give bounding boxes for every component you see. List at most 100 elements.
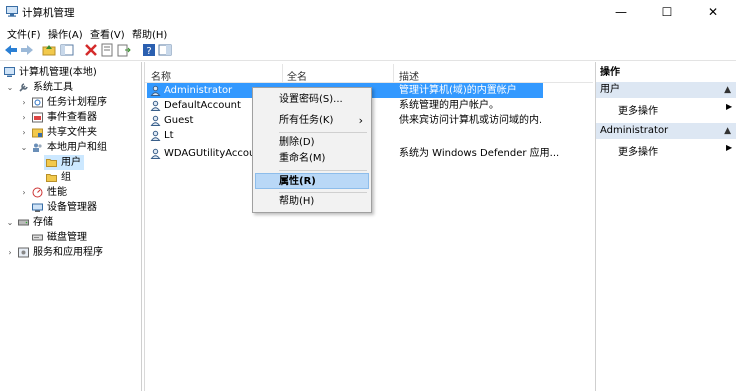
tree-label: 任务计划程序 [47,97,107,108]
more-arrow-icon[interactable]: ▶ [726,102,732,111]
collapse-arrow-icon[interactable]: ⌄ [6,80,14,95]
tree-label: 计算机管理(本地) [19,67,97,78]
tree-item-users[interactable]: 用户 [44,155,84,170]
back-icon[interactable] [4,43,18,57]
expand-arrow-icon[interactable]: › [20,110,28,125]
collapse-arrow-icon[interactable]: ⌄ [6,215,14,230]
computer-management-icon [4,67,15,77]
menu-file[interactable]: 文件(F) [7,26,41,41]
tree-label: 用户 [61,157,81,168]
tree-item-task-scheduler[interactable]: › 任务计划程序 [0,95,140,110]
menu-label: 所有任务(K) [279,115,334,126]
tree-label: 组 [61,172,71,183]
menu-properties[interactable]: 属性(R) [255,173,369,189]
tree-label: 设备管理器 [47,202,97,213]
user-icon [150,85,161,96]
console-tree: 计算机管理(本地) ⌄ 系统工具 › 任务计划程序 › 事件查看器 › 共享文件… [0,62,142,391]
services-icon [18,247,29,258]
column-fullname[interactable]: 全名 [287,68,307,83]
expand-arrow-icon[interactable]: › [20,185,28,200]
menu-action[interactable]: 操作(A) [48,26,83,41]
shared-folder-icon [32,128,43,138]
help-icon[interactable]: ? [142,43,156,57]
tree-label: 存储 [33,217,53,228]
folder-icon [46,159,57,167]
maximize-button[interactable]: ☐ [644,0,690,24]
menu-separator [279,170,367,171]
show-action-pane-icon[interactable] [158,43,172,57]
properties-icon[interactable] [100,43,114,57]
menu-label: 属性(R) [279,176,316,187]
menu-separator [279,192,367,193]
menu-help[interactable]: 帮助(H) [255,194,369,210]
forward-icon[interactable] [20,43,34,57]
delete-icon[interactable] [84,43,98,57]
tree-item-storage[interactable]: ⌄ 存储 [0,215,140,230]
user-icon [150,100,161,111]
toolbar: ? [0,41,736,61]
user-icon [150,130,161,141]
disk-icon [32,234,43,241]
tree-label: 服务和应用程序 [33,247,103,258]
users-icon [33,143,42,152]
menu-label: 帮助(H) [279,196,315,207]
more-actions-users[interactable]: 更多操作 [618,102,658,117]
section-label: Administrator [600,125,669,136]
folder-icon [46,174,57,182]
tree-item-disk-management[interactable]: 磁盘管理 [0,230,140,245]
tree-item-device-manager[interactable]: 设备管理器 [0,200,140,215]
tree-item-performance[interactable]: › 性能 [0,185,140,200]
tree-label: 本地用户和组 [47,142,107,153]
show-hide-tree-icon[interactable] [60,43,74,57]
actions-section-administrator[interactable]: Administrator ▲ [596,123,736,139]
list-header: 名称 全名 描述 [145,64,593,83]
storage-icon [18,219,29,226]
menu-label: 删除(D) [279,137,315,148]
menu-all-tasks[interactable]: 所有任务(K) › [255,113,369,129]
column-name[interactable]: 名称 [151,68,171,83]
menu-label: 设置密码(S)... [279,94,343,105]
column-divider[interactable] [282,64,283,82]
menu-delete[interactable]: 删除(D) [255,135,369,151]
user-description: 系统为 Windows Defender 应用... [399,148,559,159]
tree-item-root[interactable]: 计算机管理(本地) [0,65,140,80]
window-title: 计算机管理 [22,7,75,19]
actions-section-users[interactable]: 用户 ▲ [596,82,736,98]
user-icon [150,115,161,126]
tree-label: 性能 [47,187,67,198]
tree-item-local-users[interactable]: ⌄ 本地用户和组 [0,140,140,155]
computer-management-icon [6,6,18,17]
performance-icon [32,187,43,198]
minimize-button[interactable]: — [598,0,644,24]
context-menu: 设置密码(S)... 所有任务(K) › 删除(D) 重命名(M) 属性(R) … [252,87,372,213]
more-arrow-icon[interactable]: ▶ [726,143,732,152]
title-bar: 计算机管理 — ☐ ✕ [0,0,736,24]
tree-item-event-viewer[interactable]: › 事件查看器 [0,110,140,125]
more-actions-administrator[interactable]: 更多操作 [618,143,658,158]
expand-arrow-icon[interactable]: › [20,125,28,140]
collapse-arrow-icon[interactable]: ⌄ [20,140,28,155]
actions-title-text: 操作 [600,67,620,78]
tree-item-shared-folders[interactable]: › 共享文件夹 [0,125,140,140]
menu-help[interactable]: 帮助(H) [132,26,167,41]
menu-view[interactable]: 查看(V) [90,26,125,41]
column-description[interactable]: 描述 [399,68,419,83]
tree-item-system-tools[interactable]: ⌄ 系统工具 [0,80,140,95]
tree-label: 事件查看器 [47,112,97,123]
menu-set-password[interactable]: 设置密码(S)... [255,92,369,108]
tree-item-groups[interactable]: 组 [44,170,84,185]
collapse-arrow-icon[interactable]: ▲ [724,82,731,98]
column-divider[interactable] [393,64,394,82]
tree-item-services[interactable]: › 服务和应用程序 [0,245,140,260]
export-list-icon[interactable] [117,43,131,57]
menu-rename[interactable]: 重命名(M) [255,151,369,167]
expand-arrow-icon[interactable]: › [6,245,14,260]
collapse-arrow-icon[interactable]: ▲ [724,123,731,139]
tree-label: 磁盘管理 [47,232,87,243]
close-button[interactable]: ✕ [690,0,736,24]
up-folder-icon[interactable] [42,43,56,57]
tree-label: 共享文件夹 [47,127,97,138]
actions-pane: 操作 用户 ▲ 更多操作 ▶ Administrator ▲ 更多操作 ▶ [595,62,736,391]
expand-arrow-icon[interactable]: › [20,95,28,110]
menu-bar: 文件(F) 操作(A) 查看(V) 帮助(H) [0,24,736,41]
